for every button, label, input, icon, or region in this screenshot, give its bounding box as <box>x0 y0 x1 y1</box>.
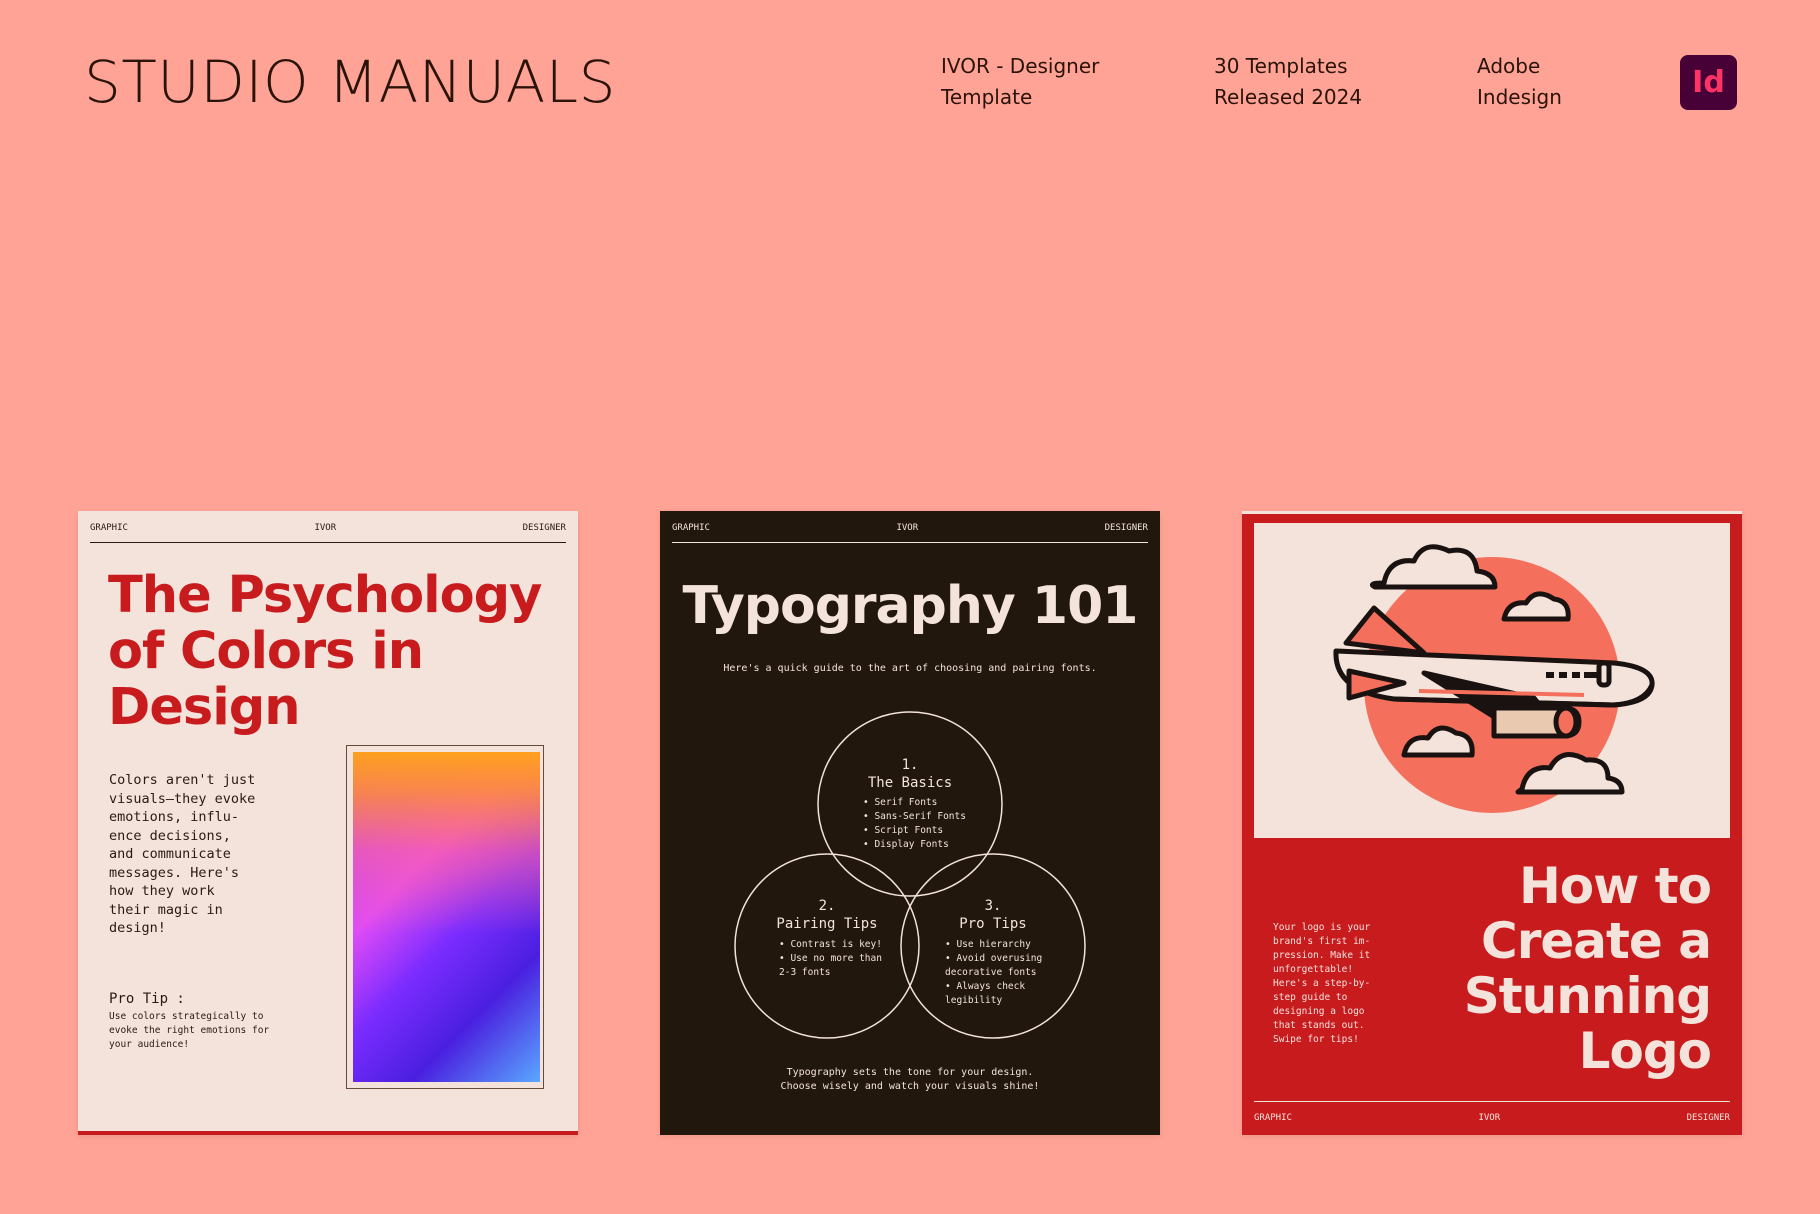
template-card-logo[interactable]: How to Create a Stunning Logo Your logo … <box>1242 511 1742 1135</box>
protip-label: Pro Tip : <box>109 991 185 1007</box>
indesign-icon: Id <box>1680 55 1737 110</box>
topbar-left: GRAPHIC <box>90 523 128 533</box>
bottombar-left: GRAPHIC <box>1254 1113 1292 1123</box>
topbar-center: IVOR <box>314 523 337 533</box>
brand-title: STUDIO MANUALS <box>84 48 616 116</box>
circle1-label: The Basics <box>867 775 953 791</box>
card-top-strip <box>1242 511 1742 514</box>
circle1-list: Serif Fonts Sans-Serif Fonts Script Font… <box>863 796 973 852</box>
card-title: How to Create a Stunning Logo <box>1463 857 1712 1080</box>
airplane-icon <box>1333 544 1655 813</box>
circle1-heading: 1. The Basics <box>850 756 970 792</box>
card-body: Colors aren't just visuals—they evoke em… <box>109 772 256 936</box>
list-item: Use hierarchy <box>945 938 1060 952</box>
list-item: Always check legibility <box>945 980 1060 1008</box>
circle3-heading: 3. Pro Tips <box>933 897 1053 933</box>
list-item: Script Fonts <box>863 824 973 838</box>
circle2-heading: 2. Pairing Tips <box>767 897 887 933</box>
card-bottom-line <box>78 1131 578 1135</box>
card-footer-text: Typography sets the tone for your design… <box>780 1067 1040 1092</box>
template-card-typography[interactable]: GRAPHIC IVOR DESIGNER Typography 101 Her… <box>660 511 1160 1135</box>
airplane-illustration <box>1254 523 1730 838</box>
list-item: Sans-Serif Fonts <box>863 810 973 824</box>
protip-text: Use colors strategically to evoke the ri… <box>109 1011 270 1050</box>
card-description: Your logo is your brand's first im-press… <box>1273 922 1371 1045</box>
circle3-list: Use hierarchy Avoid overusing decorative… <box>945 938 1060 1008</box>
list-item: Avoid overusing decorative fonts <box>945 952 1060 980</box>
template-info: 30 Templates Released 2024 <box>1214 54 1363 109</box>
circle2-list: Contrast is key! Use no more than 2-3 fo… <box>779 938 889 980</box>
topbar-right: DESIGNER <box>522 523 566 533</box>
circle3-label: Pro Tips <box>959 916 1027 932</box>
circle3-num: 3. <box>984 898 1002 914</box>
product-name: IVOR - Designer Template <box>941 54 1100 109</box>
circle2-label: Pairing Tips <box>776 916 878 932</box>
software-info: Adobe Indesign <box>1477 54 1562 109</box>
card-topbar: GRAPHIC IVOR DESIGNER <box>90 523 566 543</box>
card-title: The Psychology of Colors in Design <box>108 566 542 737</box>
list-item: Use no more than 2-3 fonts <box>779 952 889 980</box>
gradient-image <box>353 752 540 1082</box>
list-item: Serif Fonts <box>863 796 973 810</box>
circle1-num: 1. <box>901 757 919 773</box>
card-bottombar: GRAPHIC IVOR DESIGNER <box>1254 1101 1730 1123</box>
list-item: Contrast is key! <box>779 938 889 952</box>
list-item: Display Fonts <box>863 838 973 852</box>
circle2-num: 2. <box>818 898 836 914</box>
bottombar-right: DESIGNER <box>1686 1113 1730 1123</box>
template-card-colors[interactable]: GRAPHIC IVOR DESIGNER The Psychology of … <box>78 511 578 1135</box>
bottombar-center: IVOR <box>1478 1113 1501 1123</box>
